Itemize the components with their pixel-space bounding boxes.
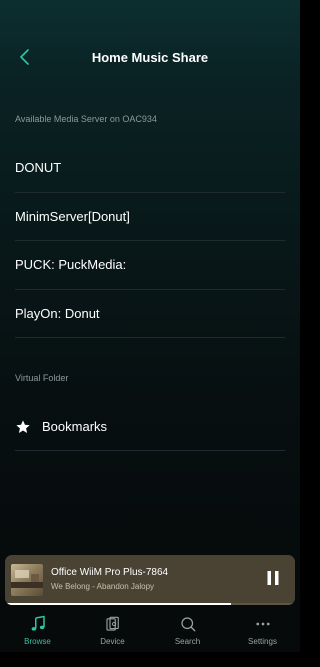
tab-settings[interactable]: Settings [225,610,300,652]
server-item-label: PlayOn: Donut [15,305,100,321]
now-playing-track: We Belong - Abandon Jalopy [51,582,155,591]
server-item-minimserver[interactable]: MinimServer[Donut] [15,193,285,241]
header: Home Music Share [0,40,300,76]
server-item-playon[interactable]: PlayOn: Donut [15,290,285,338]
tab-label: Search [174,637,201,646]
tab-search[interactable]: Search [150,610,225,652]
bookmarks-item[interactable]: Bookmarks [15,403,285,451]
star-icon [15,419,31,435]
music-note-icon [28,614,48,634]
now-playing-device: Office WiiM Pro Plus-7864 [51,567,169,578]
album-art [11,564,43,596]
now-playing-bar[interactable]: Office WiiM Pro Plus-7864 We Belong - Ab… [5,555,295,605]
speaker-icon [103,614,123,634]
virtual-folder-section-label: Virtual Folder [15,373,69,383]
tab-label: Settings [248,637,277,646]
media-server-list: DONUT MinimServer[Donut] PUCK: PuckMedia… [15,144,285,338]
search-icon [178,614,198,634]
server-item-label: DONUT [15,160,62,176]
page-title: Home Music Share [91,50,209,65]
pause-button[interactable] [263,570,283,590]
tab-label: Device [100,637,125,646]
playback-progress [5,603,295,605]
pause-icon [266,570,280,591]
tab-browse[interactable]: Browse [0,610,75,652]
server-item-label: MinimServer[Donut] [15,208,130,224]
tab-device[interactable]: Device [75,610,150,652]
system-navigation-bar [0,652,300,667]
server-item-label: PUCK: PuckMedia: [15,257,127,273]
tab-label: Browse [24,637,51,646]
media-server-section-label: Available Media Server on OAC934 [15,114,157,124]
virtual-folder-list: Bookmarks [15,403,285,451]
home-music-share-screen: Home Music Share Available Media Server … [0,0,300,667]
server-item-donut[interactable]: DONUT [15,144,285,193]
more-dots-icon [253,614,273,634]
bottom-tab-bar: Browse Device Search Settings [0,610,300,652]
playback-progress-fill [5,603,232,605]
bookmarks-label: Bookmarks [42,419,108,434]
server-item-puck[interactable]: PUCK: PuckMedia: [15,241,285,290]
